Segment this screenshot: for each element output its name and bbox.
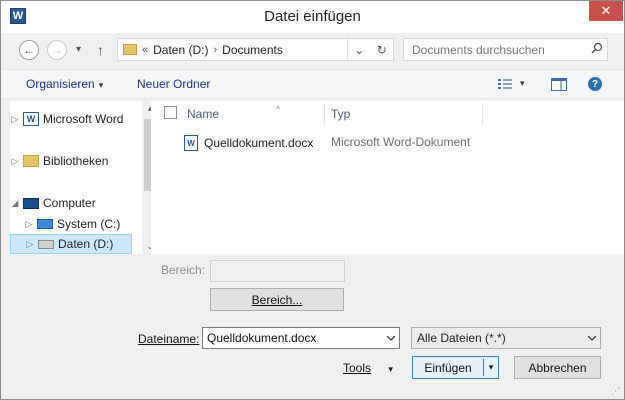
view-dropdown-icon[interactable]: ▾ bbox=[520, 78, 525, 89]
file-name: Quelldokument.docx bbox=[204, 136, 314, 150]
word-icon: W bbox=[23, 112, 39, 126]
address-overflow[interactable]: « bbox=[142, 44, 148, 56]
resize-grip-icon[interactable]: ⋰ bbox=[611, 386, 621, 396]
new-folder-button[interactable]: Neuer Ordner bbox=[137, 77, 210, 91]
insert-file-dialog: W Datei einfügen ✕ ← → ▾ ↑ « Daten (D:) … bbox=[0, 0, 625, 400]
help-icon: ? bbox=[591, 78, 599, 90]
file-type-filter-value: Alle Dateien (*.*) bbox=[417, 331, 506, 345]
chevron-down-icon: ▾ bbox=[76, 44, 82, 55]
column-header-type[interactable]: Typ bbox=[331, 107, 350, 121]
nav-item-computer[interactable]: ◢ Computer bbox=[10, 193, 132, 213]
drive-icon bbox=[38, 239, 54, 249]
nav-item-libraries[interactable]: ▷ Bibliotheken bbox=[10, 151, 132, 171]
navigation-pane: ▷ W Microsoft Word ▷ Bibliotheken ◢ Comp… bbox=[10, 101, 158, 254]
insert-button-label: Einfügen bbox=[424, 360, 472, 375]
nav-item-label: System (C:) bbox=[57, 217, 121, 231]
tools-label: Tools bbox=[343, 361, 372, 375]
chevron-down-icon[interactable] bbox=[383, 333, 399, 343]
insert-options-icon[interactable]: ▾ bbox=[484, 362, 498, 373]
organize-label: Organisieren bbox=[26, 77, 95, 91]
expand-toggle-icon[interactable]: ▷ bbox=[10, 156, 20, 167]
search-icon[interactable] bbox=[587, 42, 607, 57]
column-header-label: Name bbox=[187, 107, 220, 121]
file-row[interactable]: W Quelldokument.docx bbox=[184, 133, 313, 153]
chevron-down-icon: ▾ bbox=[388, 364, 393, 374]
select-all-checkbox[interactable] bbox=[164, 106, 177, 119]
system-drive-icon bbox=[37, 219, 53, 229]
libraries-icon bbox=[23, 155, 39, 167]
breadcrumb-separator[interactable]: › bbox=[213, 44, 217, 56]
column-divider[interactable] bbox=[324, 103, 325, 125]
breadcrumb-segment[interactable]: Daten (D:) bbox=[153, 43, 208, 57]
expand-toggle-icon[interactable]: ▷ bbox=[10, 114, 20, 125]
tools-menu[interactable]: Tools ▾ bbox=[343, 361, 393, 375]
refresh-icon[interactable]: ↻ bbox=[371, 39, 394, 60]
filename-label: Dateiname: bbox=[138, 332, 199, 346]
address-dropdown-icon[interactable]: ⌄ bbox=[348, 39, 371, 60]
range-field bbox=[210, 260, 345, 282]
organize-menu[interactable]: Organisieren ▾ bbox=[26, 77, 103, 91]
forward-button[interactable]: → bbox=[47, 40, 67, 60]
window-title: Datei einfügen bbox=[264, 8, 361, 25]
nav-item-label: Bibliotheken bbox=[43, 154, 109, 168]
preview-pane-icon[interactable] bbox=[551, 78, 567, 91]
filename-field[interactable] bbox=[203, 329, 383, 347]
nav-item-data-drive[interactable]: ▷ Daten (D:) bbox=[10, 234, 132, 254]
range-label: Bereich: bbox=[161, 263, 206, 277]
filename-label-text: Dateiname: bbox=[138, 332, 200, 346]
range-button-label: Bereich... bbox=[251, 292, 303, 307]
range-button[interactable]: Bereich... bbox=[210, 288, 344, 311]
title-bar: W Datei einfügen ✕ bbox=[1, 1, 624, 33]
nav-item-system-drive[interactable]: ▷ System (C:) bbox=[24, 214, 132, 234]
search-box[interactable] bbox=[403, 38, 608, 61]
expand-toggle-icon[interactable]: ▷ bbox=[24, 219, 34, 230]
breadcrumb-segment[interactable]: Documents bbox=[222, 43, 283, 57]
address-bar[interactable]: « Daten (D:) › Documents ⌄ ↻ bbox=[117, 38, 394, 61]
forward-arrow-icon: → bbox=[51, 43, 63, 57]
back-button[interactable]: ← bbox=[19, 40, 39, 60]
cancel-button[interactable]: Abbrechen bbox=[514, 356, 601, 379]
filename-combobox[interactable] bbox=[202, 327, 400, 349]
column-header-name[interactable]: ^ Name bbox=[187, 105, 280, 121]
sort-ascending-icon: ^ bbox=[276, 105, 280, 114]
close-icon: ✕ bbox=[600, 3, 612, 18]
file-list: ^ Name Typ W Quelldokument.docx Microsof… bbox=[151, 101, 624, 254]
expand-toggle-icon[interactable]: ▷ bbox=[25, 239, 35, 250]
command-toolbar: Organisieren ▾ Neuer Ordner ▾ ? bbox=[1, 69, 624, 99]
back-arrow-icon: ← bbox=[23, 43, 35, 57]
chevron-down-icon: ▾ bbox=[98, 80, 104, 90]
collapse-toggle-icon[interactable]: ◢ bbox=[10, 198, 20, 209]
file-type-filter-select[interactable]: Alle Dateien (*.*) bbox=[411, 327, 601, 349]
close-button[interactable]: ✕ bbox=[589, 1, 623, 21]
view-options-icon[interactable] bbox=[498, 79, 512, 90]
up-arrow-icon: ↑ bbox=[97, 42, 104, 58]
insert-button[interactable]: Einfügen ▾ bbox=[412, 356, 499, 379]
chevron-down-icon bbox=[584, 333, 600, 343]
file-type: Microsoft Word-Dokument bbox=[331, 135, 471, 149]
up-button[interactable]: ↑ bbox=[97, 42, 104, 58]
nav-item-label: Computer bbox=[43, 196, 96, 210]
nav-item-label: Daten (D:) bbox=[58, 237, 114, 251]
help-button[interactable]: ? bbox=[588, 77, 602, 91]
nav-item-microsoft-word[interactable]: ▷ W Microsoft Word bbox=[10, 109, 132, 129]
folder-icon bbox=[123, 44, 137, 55]
computer-icon bbox=[23, 197, 39, 209]
recent-locations-button[interactable]: ▾ bbox=[76, 44, 81, 55]
address-controls: ⌄ ↻ bbox=[347, 39, 393, 60]
word-document-icon: W bbox=[184, 135, 198, 151]
nav-item-label: Microsoft Word bbox=[43, 112, 124, 126]
column-divider[interactable] bbox=[482, 103, 483, 125]
search-input[interactable] bbox=[404, 39, 587, 60]
